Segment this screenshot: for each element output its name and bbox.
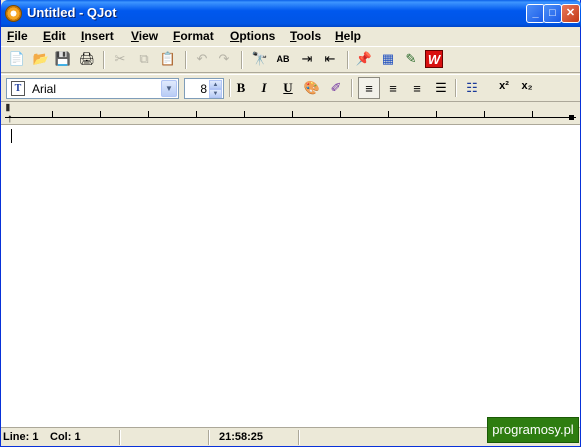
status-time: 21:58:25 <box>219 431 264 443</box>
maximize-button[interactable]: □ <box>543 4 562 23</box>
new-document-icon[interactable]: 📄 <box>8 50 26 68</box>
pushpin-icon[interactable]: 📌 <box>355 50 373 68</box>
menu-bar: File Edit Insert View Format Options Too… <box>1 27 580 46</box>
print-icon[interactable]: 🖨 <box>78 50 96 68</box>
ruler-tick <box>388 111 389 117</box>
replace-icon[interactable]: AB <box>274 50 292 68</box>
indent-icon[interactable]: ⇥ <box>298 50 316 68</box>
toolbar-separator <box>347 51 349 69</box>
color-palette-icon[interactable]: 🎨 <box>303 79 321 97</box>
ruler-tick <box>148 111 149 117</box>
status-line: Line: 1 <box>3 431 38 443</box>
ruler-tick <box>100 111 101 117</box>
status-col-value: 1 <box>74 431 81 443</box>
toolbar-separator <box>455 79 457 97</box>
standard-toolbar: 📄 📂 💾 🖨 ✂ ⧉ 📋 ↶ ↷ 🔭 AB ⇥ ⇤ 📌 ▦ ✎ W <box>1 46 580 73</box>
magic-wand-icon[interactable]: ✎ <box>402 50 420 68</box>
maximize-icon: □ <box>549 7 556 19</box>
watermark-badge: programosy.pl <box>487 417 579 443</box>
status-line-value: 1 <box>32 431 39 443</box>
ruler-tick <box>340 111 341 117</box>
toolbar-separator <box>185 51 187 69</box>
subscript-button[interactable]: x₂ <box>519 80 535 92</box>
format-toolbar: T Arial ▼ 8 ▲ ▼ B I U 🎨 ✐ ≡ ≡ ≡ ☰ ☷ x² x… <box>1 74 580 102</box>
status-col-label: Col: <box>50 431 72 443</box>
spin-up-icon[interactable]: ▲ <box>209 80 222 89</box>
justify-icon[interactable]: ☰ <box>432 79 450 97</box>
ruler-tick <box>484 111 485 117</box>
bullet-list-icon[interactable]: ☷ <box>463 79 481 97</box>
ruler-right-margin-marker[interactable] <box>569 115 574 120</box>
highlight-pen-icon[interactable]: ✐ <box>327 79 345 97</box>
window-title: Untitled - QJot <box>27 5 117 20</box>
toolbar-separator <box>241 51 243 69</box>
menu-tools[interactable]: Tools <box>290 29 321 43</box>
menu-options[interactable]: Options <box>230 29 275 43</box>
menu-edit[interactable]: Edit <box>43 29 66 43</box>
menu-insert[interactable]: Insert <box>81 29 114 43</box>
text-editor-area[interactable] <box>1 125 580 427</box>
menu-file[interactable]: File <box>7 29 28 43</box>
redo-icon[interactable]: ↷ <box>215 50 233 68</box>
ruler-tick <box>532 111 533 117</box>
ruler-tick <box>436 111 437 117</box>
ruler-tick <box>196 111 197 117</box>
ruler-tick <box>52 111 53 117</box>
text-caret <box>11 129 12 143</box>
align-center-icon[interactable]: ≡ <box>384 79 402 97</box>
font-name-value: Arial <box>32 82 57 96</box>
align-left-icon[interactable]: ≡ <box>360 79 378 97</box>
font-size-spinner[interactable]: 8 ▲ ▼ <box>184 78 224 99</box>
find-binoculars-icon[interactable]: 🔭 <box>251 50 269 68</box>
ruler[interactable]: ⫴ ↑ <box>1 103 580 125</box>
bold-button[interactable]: B <box>233 80 249 96</box>
copy-icon[interactable]: ⧉ <box>135 50 153 68</box>
align-right-icon[interactable]: ≡ <box>408 79 426 97</box>
menu-format[interactable]: Format <box>173 29 214 43</box>
outdent-icon[interactable]: ⇤ <box>321 50 339 68</box>
font-name-select[interactable]: T Arial ▼ <box>6 78 179 99</box>
undo-icon[interactable]: ↶ <box>193 50 211 68</box>
ruler-tick <box>292 111 293 117</box>
ruler-baseline <box>5 117 576 118</box>
menu-help[interactable]: Help <box>335 29 361 43</box>
superscript-button[interactable]: x² <box>496 80 512 92</box>
status-divider <box>119 430 121 445</box>
app-icon[interactable] <box>5 5 22 22</box>
menu-view[interactable]: View <box>131 29 158 43</box>
cut-icon[interactable]: ✂ <box>111 50 129 68</box>
open-folder-icon[interactable]: 📂 <box>32 50 50 68</box>
spin-down-icon[interactable]: ▼ <box>209 89 222 98</box>
chevron-down-icon[interactable]: ▼ <box>161 80 177 97</box>
status-line-label: Line: <box>3 431 30 443</box>
word-export-icon[interactable]: W <box>425 50 443 68</box>
status-divider <box>208 430 210 445</box>
title-bar[interactable]: Untitled - QJot _ □ ✕ <box>1 0 581 27</box>
close-icon: ✕ <box>565 7 576 19</box>
toolbar-separator <box>103 51 105 69</box>
ruler-arrow-icon[interactable]: ↑ <box>7 112 13 124</box>
toolbar-separator <box>229 79 231 97</box>
truetype-font-icon: T <box>11 81 25 96</box>
status-divider <box>298 430 300 445</box>
close-button[interactable]: ✕ <box>561 4 580 23</box>
font-size-value: 8 <box>200 82 207 96</box>
toolbar-separator <box>351 79 353 97</box>
italic-button[interactable]: I <box>256 80 272 96</box>
status-col: Col: 1 <box>50 431 81 443</box>
paste-icon[interactable]: 📋 <box>159 50 177 68</box>
app-window: Untitled - QJot _ □ ✕ File Edit Insert V… <box>0 0 581 447</box>
minimize-icon: _ <box>532 7 539 19</box>
ruler-tick <box>244 111 245 117</box>
underline-button[interactable]: U <box>280 80 296 96</box>
save-icon[interactable]: 💾 <box>54 50 72 68</box>
calendar-icon[interactable]: ▦ <box>379 50 397 68</box>
